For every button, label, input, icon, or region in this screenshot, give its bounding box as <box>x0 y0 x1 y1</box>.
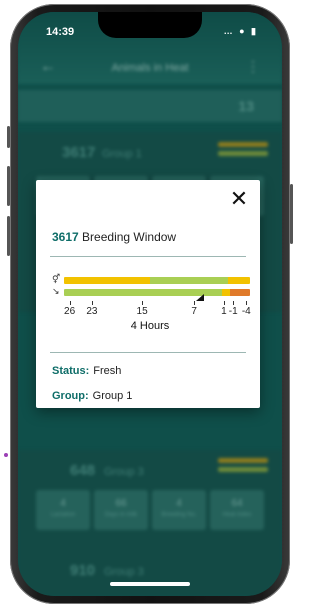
dialog-title: 3617 Breeding Window <box>52 230 176 244</box>
animal-id: 3617 <box>52 230 79 244</box>
dialog-title-text: Breeding Window <box>82 230 177 244</box>
tick-label: -1 <box>228 306 238 317</box>
tick-marks <box>64 301 250 305</box>
row-group: Group 3 <box>104 566 144 578</box>
tick-mark <box>194 301 196 305</box>
close-icon[interactable]: ✕ <box>228 188 250 210</box>
status-time: 14:39 <box>46 26 75 38</box>
row-stats: 4 Lactation 66 Days in milk 4 Breeding No. … <box>36 490 264 530</box>
animal-row[interactable] <box>18 552 282 596</box>
row-animal-id: 648 <box>70 462 96 479</box>
row-mini-bars <box>218 142 268 160</box>
animal-count: 13 <box>238 98 254 114</box>
tick-mark <box>142 301 144 305</box>
status-label: Status: <box>52 365 90 377</box>
bar-segment <box>229 289 250 296</box>
tick-mark <box>233 301 235 305</box>
gender-icon: ⚥ <box>52 274 61 284</box>
mute-switch <box>7 126 10 148</box>
tick-mark <box>91 301 93 305</box>
bar-segment <box>227 277 250 284</box>
row-group: Group 3 <box>104 466 144 478</box>
stat-cell: 64 Heat index <box>210 490 264 530</box>
group-label: Group: <box>52 390 89 402</box>
power-button <box>290 184 293 244</box>
row-mini-bars <box>218 458 268 476</box>
bar-segment <box>64 277 150 284</box>
stat-cell: 66 Days in milk <box>94 490 148 530</box>
tick-label: -4 <box>241 306 251 317</box>
insemination-icon: ↘ <box>52 286 60 296</box>
row-animal-id: 910 <box>70 562 96 579</box>
group-value: Group 1 <box>92 390 133 402</box>
insemination-bar <box>64 289 250 296</box>
bar-segment <box>222 289 230 296</box>
timeline-ticks: 26 23 15 7 1 -1 -4 <box>64 306 251 318</box>
tick-label: 26 <box>64 306 76 317</box>
status-value: Fresh <box>93 365 122 377</box>
divider <box>50 352 246 353</box>
tick-label: 7 <box>191 306 197 317</box>
tick-mark <box>246 301 248 305</box>
tick-label: 1 <box>221 306 227 317</box>
divider <box>50 256 246 257</box>
breeding-timeline: ⚥ ↘ 26 23 15 7 1 -1 -4 4 Hours <box>52 274 251 338</box>
tick-label: 23 <box>86 306 98 317</box>
group-row: Group: Group 1 <box>52 390 132 402</box>
tick-label: 15 <box>136 306 148 317</box>
status-icons: … ● ▮ <box>223 26 258 36</box>
current-time-pointer <box>195 294 204 301</box>
stat-cell: 4 Breeding No. <box>152 490 206 530</box>
bar-segment <box>149 277 228 284</box>
volume-up-button <box>7 166 10 206</box>
more-menu-icon[interactable]: ⋮ <box>246 58 260 75</box>
purple-dot <box>4 453 8 457</box>
row-animal-id: 3617 <box>62 144 96 161</box>
tick-mark <box>223 301 225 305</box>
row-group: Group 1 <box>102 148 142 160</box>
home-indicator[interactable] <box>110 582 190 586</box>
breeding-window-dialog: ✕ 3617 Breeding Window ⚥ ↘ 26 23 15 7 1 -1 -4 … <box>36 180 260 408</box>
heat-bar <box>64 277 250 284</box>
status-row: Status: Fresh <box>52 365 121 377</box>
tick-mark <box>69 301 71 305</box>
stat-cell: 4 Lactation <box>36 490 90 530</box>
status-bar: 14:39 … ● ▮ <box>18 24 282 40</box>
hours-label: 4 Hours <box>130 320 170 332</box>
volume-down-button <box>7 216 10 256</box>
app-title: Animals in Heat <box>111 62 189 74</box>
